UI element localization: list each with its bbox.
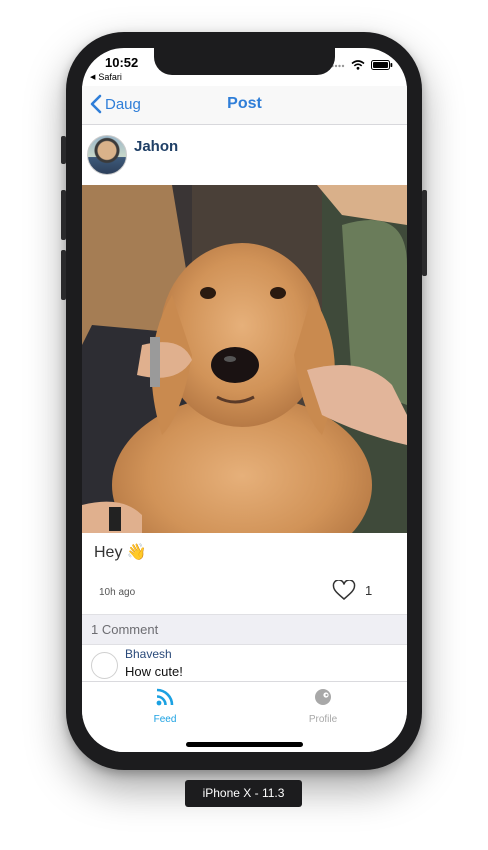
page-title: Post	[227, 95, 262, 112]
tab-profile[interactable]: Profile	[283, 688, 363, 725]
like-count: 1	[365, 583, 373, 598]
post-photo[interactable]	[82, 185, 407, 533]
home-indicator[interactable]	[186, 742, 303, 747]
commenter-avatar[interactable]	[91, 652, 118, 679]
comments-section-header: 1 Comment	[82, 614, 407, 645]
golden-retriever-photo	[82, 185, 407, 533]
comments-count-label: 1 Comment	[91, 622, 159, 637]
author-avatar[interactable]	[87, 135, 127, 175]
comment-item[interactable]: Bhavesh How cute!	[82, 643, 407, 681]
tab-bar: Feed Profile	[82, 681, 407, 752]
mute-switch	[61, 136, 66, 164]
like-button[interactable]: 1	[332, 580, 372, 601]
status-time: 10:52	[105, 55, 139, 70]
commenter-name[interactable]: Bhavesh	[125, 647, 172, 661]
author-name[interactable]: Jahon	[134, 138, 178, 155]
post-timestamp: 10h ago	[99, 587, 136, 598]
comment-text: How cute!	[125, 664, 183, 679]
power-button	[422, 190, 427, 276]
status-indicators	[331, 60, 393, 70]
back-triangle-icon: ◀	[90, 74, 96, 81]
phone-screen: 10:52 ◀ Safari Daug Post Jahon Hey 👋 10h…	[82, 48, 407, 752]
status-back-to-app[interactable]: ◀ Safari	[90, 72, 122, 82]
rss-icon	[156, 688, 174, 706]
navigation-bar: Daug Post	[82, 86, 407, 125]
tab-feed[interactable]: Feed	[125, 688, 205, 725]
volume-down-button	[61, 250, 66, 300]
profile-face-icon	[315, 689, 331, 705]
tab-profile-label: Profile	[308, 714, 338, 725]
status-carrier-label: Safari	[98, 72, 122, 82]
tab-feed-label: Feed	[153, 714, 177, 725]
notch	[154, 48, 335, 75]
wifi-icon	[351, 60, 365, 70]
heart-icon	[332, 580, 356, 600]
post-caption: Hey 👋	[94, 544, 147, 561]
battery-icon	[371, 60, 393, 70]
device-label: iPhone X - 11.3	[185, 780, 302, 807]
post-author-row[interactable]: Jahon	[82, 125, 407, 185]
volume-up-button	[61, 190, 66, 240]
